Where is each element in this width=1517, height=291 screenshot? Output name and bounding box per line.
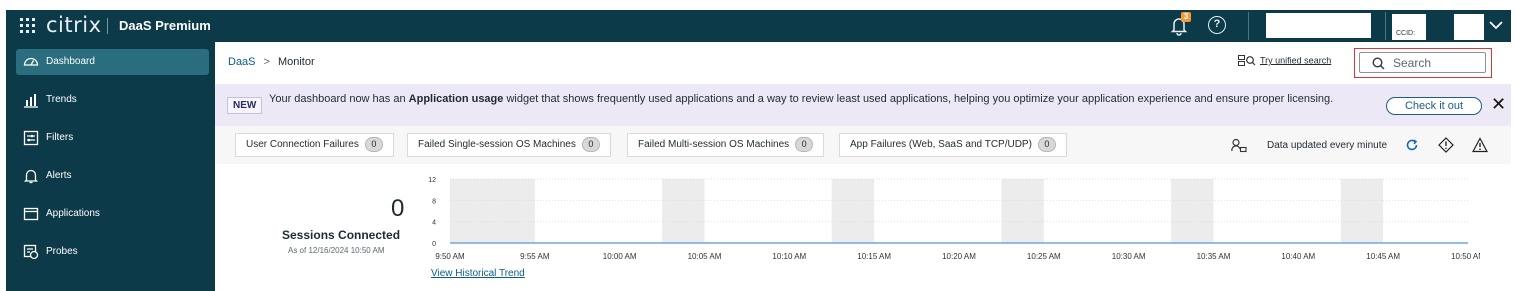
unified-search-label: Try unified search bbox=[1260, 55, 1332, 66]
x-tick-label: 10:50 AM bbox=[1451, 252, 1480, 261]
search-icon bbox=[1372, 57, 1385, 70]
ccid-label: CCID: bbox=[1392, 14, 1426, 40]
applications-icon bbox=[23, 207, 39, 221]
announcement-banner: NEW Your dashboard now has an Applicatio… bbox=[215, 84, 1511, 126]
customer-box[interactable] bbox=[1454, 14, 1484, 40]
banner-message: Your dashboard now has an Application us… bbox=[269, 92, 1369, 106]
sidebar: Dashboard Trends Filters Alerts Applicat… bbox=[6, 42, 215, 291]
trends-icon bbox=[24, 94, 38, 108]
chip-failed-single-session[interactable]: Failed Single-session OS Machines 0 bbox=[407, 133, 611, 157]
chip-user-connection-failures[interactable]: User Connection Failures 0 bbox=[235, 133, 394, 157]
notification-badge: 3 bbox=[1181, 12, 1191, 22]
chip-label: Failed Single-session OS Machines bbox=[418, 139, 576, 150]
chart-band bbox=[1340, 179, 1384, 243]
banner-text-part: Your dashboard now has an bbox=[269, 93, 409, 105]
y-tick-label: 12 bbox=[428, 177, 436, 184]
refresh-icon[interactable] bbox=[1405, 138, 1419, 152]
chip-label: Failed Multi-session OS Machines bbox=[638, 139, 790, 150]
x-tick-label: 10:00 AM bbox=[603, 252, 637, 261]
app-launcher-icon[interactable] bbox=[20, 18, 36, 34]
chip-failed-multi-session[interactable]: Failed Multi-session OS Machines 0 bbox=[627, 133, 825, 157]
probes-icon bbox=[23, 244, 39, 260]
chip-label: App Failures (Web, SaaS and TCP/UDP) bbox=[850, 139, 1032, 150]
breadcrumb: DaaS > Monitor bbox=[228, 56, 315, 68]
view-historical-trend-link[interactable]: View Historical Trend bbox=[431, 268, 525, 279]
divider bbox=[107, 18, 108, 34]
x-tick-label: 10:45 AM bbox=[1366, 252, 1400, 261]
chart-band bbox=[1001, 179, 1044, 243]
product-name: DaaS Premium bbox=[119, 18, 211, 33]
sidebar-item-label: Trends bbox=[46, 94, 77, 105]
banner-text-bold: Application usage bbox=[408, 93, 504, 105]
sidebar-item-label: Applications bbox=[46, 208, 100, 219]
sidebar-item-label: Dashboard bbox=[46, 56, 95, 67]
x-tick-label: 9:50 AM bbox=[435, 252, 465, 261]
chart-band bbox=[1171, 179, 1214, 243]
chart-band bbox=[492, 179, 535, 243]
sidebar-item-trends[interactable]: Trends bbox=[16, 87, 209, 113]
search-placeholder: Search bbox=[1393, 56, 1432, 70]
sidebar-item-alerts[interactable]: Alerts bbox=[16, 163, 209, 189]
failure-filters-bar: User Connection Failures 0 Failed Single-… bbox=[215, 126, 1511, 164]
chip-count: 0 bbox=[581, 137, 600, 152]
x-tick-label: 10:15 AM bbox=[857, 252, 891, 261]
sessions-connected-title: Sessions Connected bbox=[282, 228, 401, 242]
banner-text-part: widget that shows frequently used applic… bbox=[503, 93, 1334, 105]
data-updated-label: Data updated every minute bbox=[1267, 140, 1388, 151]
x-tick-label: 10:40 AM bbox=[1281, 252, 1315, 261]
sessions-trend-chart: 0 4 8 12 9:50 AM 9:55 AM 10:00 AM 10:05 AM 10:10… bbox=[428, 177, 1480, 261]
check-it-out-button[interactable]: Check it out bbox=[1386, 97, 1482, 115]
sidebar-item-applications[interactable]: Applications bbox=[16, 201, 209, 227]
sessions-connected-count: 0 bbox=[391, 195, 405, 222]
help-icon[interactable]: ? bbox=[1208, 16, 1226, 34]
chip-count: 0 bbox=[795, 137, 814, 152]
search-input[interactable]: Search bbox=[1359, 52, 1486, 73]
x-tick-label: 10:05 AM bbox=[688, 252, 722, 261]
sidebar-item-label: Alerts bbox=[46, 170, 72, 181]
sidebar-item-label: Probes bbox=[46, 246, 78, 257]
y-tick-label: 4 bbox=[432, 220, 436, 227]
chevron-down-icon[interactable] bbox=[1488, 17, 1504, 33]
citrix-logo: citrix bbox=[46, 13, 102, 37]
unified-search-link[interactable]: Try unified search bbox=[1238, 55, 1331, 67]
filters-icon bbox=[23, 130, 39, 146]
x-tick-label: 10:35 AM bbox=[1197, 252, 1231, 261]
x-tick-label: 10:10 AM bbox=[772, 252, 806, 261]
sidebar-item-label: Filters bbox=[46, 132, 74, 143]
chip-count: 0 bbox=[364, 137, 383, 152]
dashboard-icon bbox=[23, 57, 39, 66]
close-icon[interactable]: ✕ bbox=[1491, 95, 1506, 113]
chart-band bbox=[831, 179, 875, 243]
chip-count: 0 bbox=[1037, 137, 1056, 152]
sidebar-item-filters[interactable]: Filters bbox=[16, 125, 209, 151]
breadcrumb-separator: > bbox=[263, 56, 270, 68]
breadcrumb-current: Monitor bbox=[277, 56, 315, 68]
top-bar: citrix DaaS Premium 3 ? CCID: bbox=[6, 10, 1511, 42]
unified-search-icon bbox=[1238, 55, 1256, 66]
sidebar-item-probes[interactable]: Probes bbox=[16, 239, 209, 265]
chart-band bbox=[450, 179, 493, 243]
chart-band bbox=[662, 179, 705, 243]
divider bbox=[1248, 12, 1249, 40]
x-tick-label: 10:25 AM bbox=[1027, 252, 1061, 261]
bell-icon bbox=[23, 169, 39, 184]
new-badge: NEW bbox=[227, 97, 263, 114]
divider bbox=[1385, 12, 1386, 40]
diamond-alert-icon[interactable] bbox=[1438, 137, 1454, 153]
x-tick-label: 9:55 AM bbox=[520, 252, 550, 261]
warning-icon[interactable] bbox=[1472, 137, 1488, 153]
user-device-icon[interactable] bbox=[1231, 138, 1247, 154]
y-tick-label: 8 bbox=[432, 198, 436, 205]
sessions-as-of-timestamp: As of 12/16/2024 10:50 AM bbox=[288, 246, 385, 255]
breadcrumb-root-link[interactable]: DaaS bbox=[228, 56, 256, 68]
x-tick-label: 10:20 AM bbox=[942, 252, 976, 261]
sidebar-item-dashboard[interactable]: Dashboard bbox=[16, 49, 209, 75]
y-tick-label: 0 bbox=[432, 241, 436, 248]
chip-app-failures[interactable]: App Failures (Web, SaaS and TCP/UDP) 0 bbox=[839, 133, 1067, 157]
x-tick-label: 10:30 AM bbox=[1112, 252, 1146, 261]
user-name-field[interactable] bbox=[1266, 13, 1371, 38]
chip-label: User Connection Failures bbox=[246, 139, 359, 150]
